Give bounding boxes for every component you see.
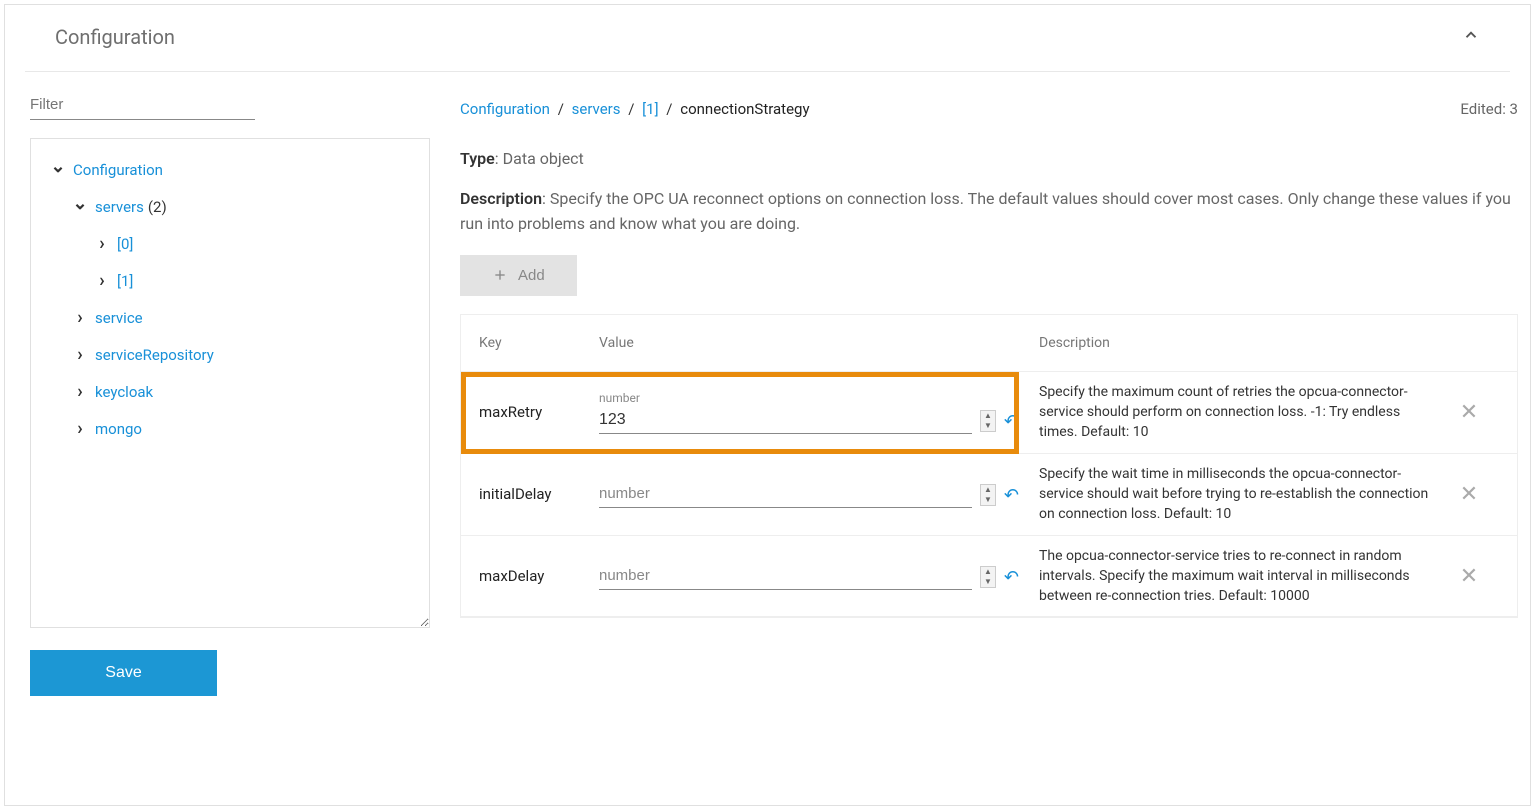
number-stepper[interactable]: ▲▼ [980,484,996,506]
number-stepper[interactable]: ▲▼ [980,566,996,588]
value-input-maxRetry[interactable] [599,407,972,434]
tree-node-service[interactable]: service [39,299,421,336]
properties-table: Key Value Description maxRetry number [460,314,1518,619]
row-description: The opcua-connector-service tries to re-… [1039,546,1439,607]
field-type-label: number [599,391,972,405]
undo-icon[interactable]: ↶ [1004,411,1019,432]
tree-node-servers[interactable]: servers (2) [39,188,421,225]
undo-icon[interactable]: ↶ [1004,567,1019,588]
configuration-panel: Configuration Configuration servers (2) [4,4,1531,806]
col-description: Description [1039,335,1439,351]
tree-node-keycloak[interactable]: keycloak [39,373,421,410]
table-header: Key Value Description [461,315,1517,372]
row-key: maxDelay [479,567,599,585]
panel-title: Configuration [55,25,175,49]
edited-count: Edited: 3 [1460,100,1518,118]
remove-row-icon[interactable]: ✕ [1439,482,1499,507]
value-input-maxDelay[interactable] [599,563,972,590]
row-key: initialDelay [479,485,599,503]
row-key: maxRetry [479,403,599,421]
content-area: Configuration servers (2) [0] [1] [5,72,1530,714]
chevron-right-icon[interactable] [71,381,89,402]
description-line: Description: Specify the OPC UA reconnec… [460,186,1518,237]
sidebar: Configuration servers (2) [0] [1] [30,90,430,696]
value-cell: ▲▼ ↶ [599,481,1039,508]
tree-node-server-1[interactable]: [1] [39,262,421,299]
table-row: initialDelay ▲▼ ↶ Specify the wait time … [461,454,1517,536]
value-input-initialDelay[interactable] [599,481,972,508]
row-description: Specify the wait time in milliseconds th… [1039,464,1439,525]
chevron-right-icon[interactable] [71,418,89,439]
remove-row-icon[interactable]: ✕ [1439,400,1499,425]
breadcrumb-index1[interactable]: [1] [642,100,658,118]
value-cell: number ▲▼ ↶ [599,391,1039,434]
col-value: Value [599,335,1039,351]
collapse-icon[interactable] [1462,26,1480,48]
tree-node-serviceRepository[interactable]: serviceRepository [39,336,421,373]
breadcrumb: Configuration / servers / [1] / connecti… [460,100,810,118]
chevron-down-icon[interactable] [49,159,67,180]
tree-node-server-0[interactable]: [0] [39,225,421,262]
undo-icon[interactable]: ↶ [1004,485,1019,506]
tree-node-mongo[interactable]: mongo [39,410,421,447]
tree-node-configuration[interactable]: Configuration [39,151,421,188]
chevron-right-icon[interactable] [71,307,89,328]
plus-icon [492,267,508,283]
table-row: maxDelay ▲▼ ↶ The opcua-connector-servic… [461,536,1517,618]
filter-input[interactable] [30,90,255,120]
breadcrumb-servers[interactable]: servers [572,100,621,118]
col-key: Key [479,335,599,351]
type-line: Type: Data object [460,146,1518,172]
value-cell: ▲▼ ↶ [599,563,1039,590]
breadcrumb-current: connectionStrategy [680,100,809,118]
save-button[interactable]: Save [30,650,217,696]
chevron-right-icon[interactable] [71,344,89,365]
chevron-down-icon[interactable] [71,196,89,217]
detail-pane: Configuration / servers / [1] / connecti… [460,90,1518,696]
tree-view[interactable]: Configuration servers (2) [0] [1] [30,138,430,628]
table-row: maxRetry number ▲▼ ↶ Specify the maximum… [461,372,1517,454]
number-stepper[interactable]: ▲▼ [980,410,996,432]
chevron-right-icon[interactable] [93,233,111,254]
chevron-right-icon[interactable] [93,270,111,291]
add-button[interactable]: Add [460,255,577,296]
breadcrumb-configuration[interactable]: Configuration [460,100,550,118]
row-description: Specify the maximum count of retries the… [1039,382,1439,443]
remove-row-icon[interactable]: ✕ [1439,564,1499,589]
panel-header: Configuration [25,5,1510,72]
